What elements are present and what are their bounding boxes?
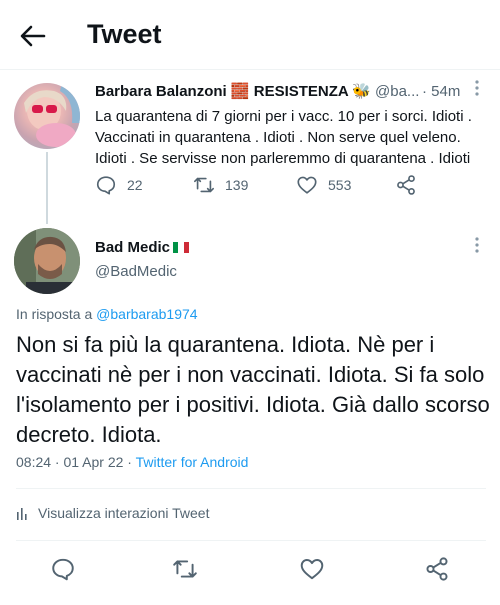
thread-connector: [46, 152, 48, 224]
more-button[interactable]: [474, 80, 480, 100]
share-button[interactable]: [395, 174, 417, 196]
top-bar: Tweet: [0, 0, 500, 70]
more-vertical-icon: [475, 80, 479, 96]
more-button[interactable]: [474, 237, 480, 257]
retweet-icon: [194, 177, 214, 193]
display-name: Bad Medic: [95, 239, 171, 256]
retweet-button[interactable]: 139: [193, 174, 248, 196]
page-title: Tweet: [87, 19, 162, 49]
avatar[interactable]: [14, 228, 80, 294]
like-button[interactable]: [299, 556, 325, 582]
tweet-source-link[interactable]: Twitter for Android: [136, 454, 249, 470]
retweet-button[interactable]: [172, 556, 198, 582]
back-button[interactable]: [18, 22, 48, 50]
retweet-count: 139: [225, 177, 249, 193]
name-suffix: RESISTENZA: [253, 83, 349, 100]
heart-icon: [297, 176, 317, 194]
like-count: 553: [328, 177, 352, 193]
reply-context: In risposta a @barbarab1974: [16, 306, 198, 322]
arrow-left-icon: [20, 25, 46, 47]
avatar-photo: [24, 83, 80, 147]
reply-mention-link[interactable]: @barbarab1974: [96, 306, 197, 322]
reply-count: 22: [127, 177, 143, 193]
share-icon: [426, 557, 448, 581]
tweet-metadata: 08:24 · 01 Apr 22 · Twitter for Android: [16, 454, 248, 470]
more-vertical-icon: [475, 237, 479, 253]
tweet-timestamp[interactable]: 08:24 · 01 Apr 22 ·: [16, 454, 132, 470]
parent-tweet-text: La quarantena di 7 giorni per i vacc. 10…: [95, 108, 472, 167]
parent-author-name[interactable]: Barbara Balanzoni 🧱 RESISTENZA 🐝: [95, 82, 371, 100]
reply-button[interactable]: 22: [95, 174, 143, 196]
reply-icon: [96, 176, 116, 195]
author-handle[interactable]: @BadMedic: [95, 263, 177, 280]
like-button[interactable]: 553: [296, 174, 351, 196]
avatar[interactable]: [14, 83, 80, 149]
divider: [16, 488, 486, 489]
italy-flag-icon: [173, 242, 189, 253]
divider: [16, 540, 486, 541]
share-button[interactable]: [424, 556, 450, 582]
retweet-icon: [173, 560, 197, 578]
parent-timestamp[interactable]: · 54m: [422, 83, 460, 100]
tweet-action-bar: [0, 556, 500, 584]
display-name: Barbara Balanzoni: [95, 83, 227, 100]
reply-prefix: In risposta a: [16, 306, 93, 322]
reply-button[interactable]: [50, 556, 76, 582]
bee-emoji: 🐝: [352, 83, 372, 100]
tweet-text: Non si fa più la quarantena. Idiota. Nè …: [16, 332, 490, 447]
reply-icon: [52, 558, 74, 581]
analytics-link[interactable]: Visualizza interazioni Tweet: [16, 505, 209, 521]
parent-action-bar: 22 139 553: [95, 174, 485, 198]
avatar-photo: [14, 228, 80, 294]
parent-author-handle[interactable]: @ba...: [375, 83, 419, 100]
brick-emoji: 🧱: [230, 83, 250, 100]
bar-chart-icon: [17, 508, 27, 520]
header-divider: [0, 69, 500, 70]
author-name[interactable]: Bad Medic: [95, 239, 189, 256]
analytics-label: Visualizza interazioni Tweet: [38, 505, 210, 521]
share-icon: [397, 175, 415, 195]
heart-icon: [300, 559, 324, 580]
